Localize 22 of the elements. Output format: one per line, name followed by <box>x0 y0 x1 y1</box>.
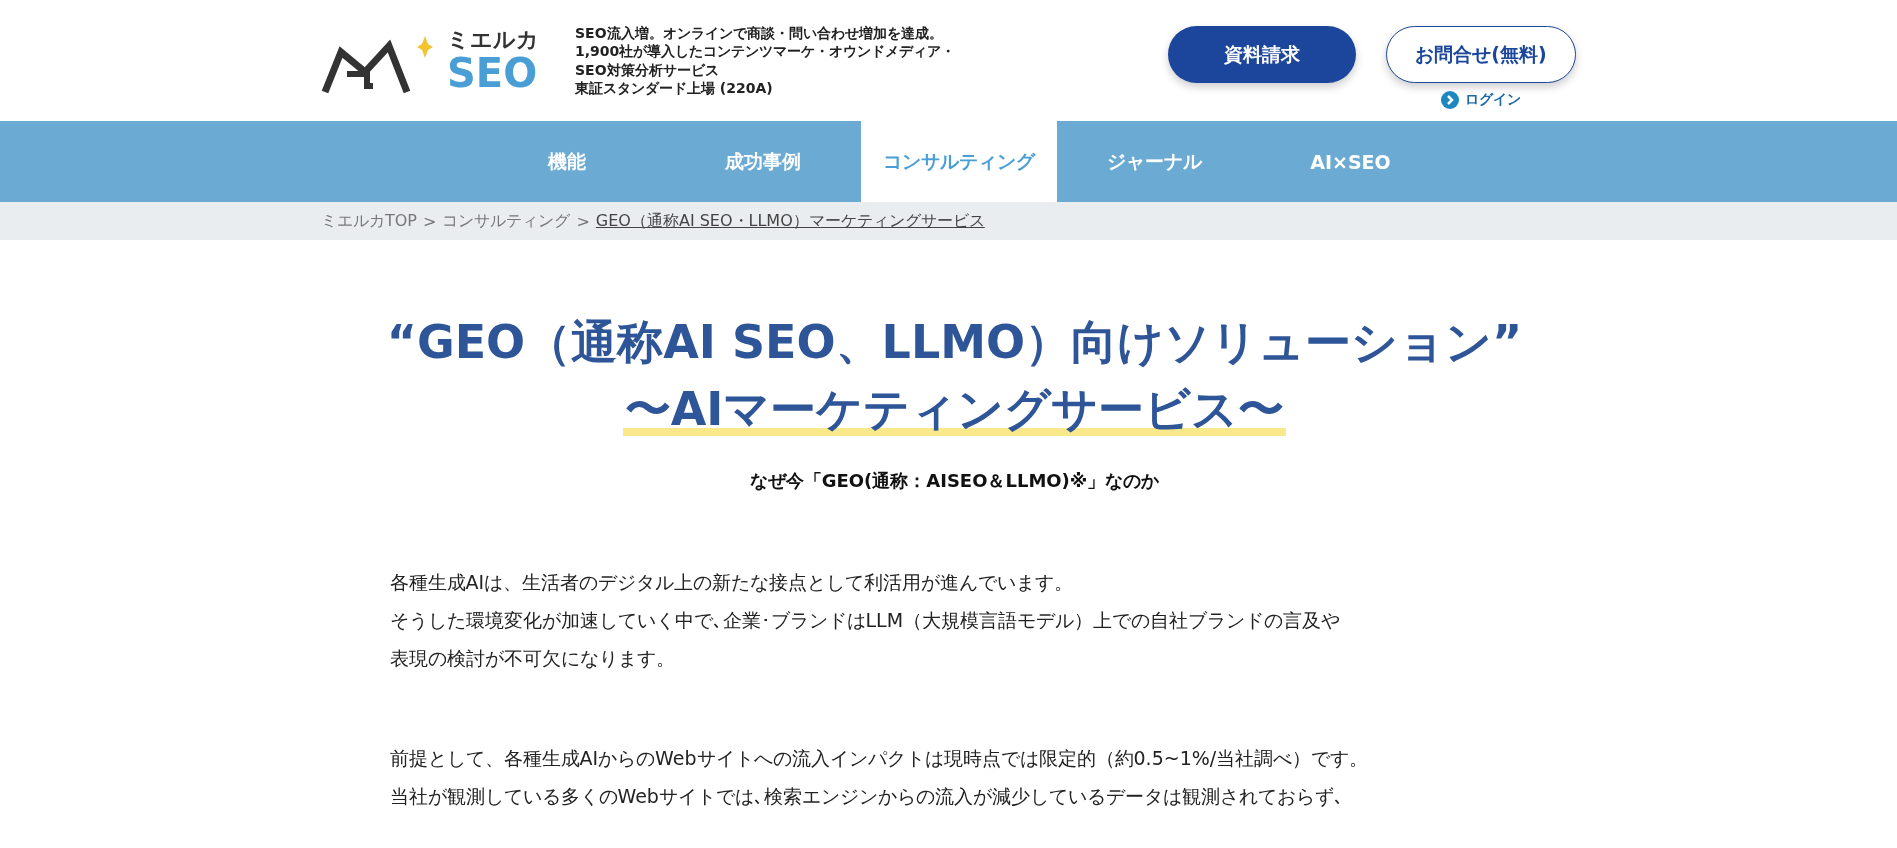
login-text: ログイン <box>1465 91 1521 109</box>
breadcrumb-link[interactable]: GEO（通称AI SEO・LLMO）マーケティングサービス <box>595 210 985 232</box>
body-paragraph: 各種生成AIは、生活者のデジタル上の新たな接点として利活用が進んでいます。 そうした環境変化が加速していく中で､企業･ブランドはLLM（大規模言語モデル）上での自社ブランドの言及や 表現の検討が不可欠になります。 <box>389 569 1342 671</box>
nav-tab[interactable]: コンサルティング <box>860 121 1057 202</box>
breadcrumb-link[interactable]: ミエルカTOP <box>321 210 417 232</box>
body-paragraph: 前提として、各種生成AIからのWebサイトへの流入インパクトは現時点では限定的（約0.5~1%/当社調べ）です。 当社が観測している多くのWebサイトでは､検索エンジンからの流入が減少しているデータは観測されておらず､ <box>389 745 1370 809</box>
lead-heading: なぜ今「GEO(通称：AISEO＆LLMO)※」なのか <box>748 468 1161 493</box>
nav-tab[interactable]: 機能 <box>468 121 665 202</box>
page-title: “GEO（通称AI SEO、LLMO）向けソリューション” <box>385 315 1524 371</box>
request-button[interactable]: 資料請求 <box>1168 26 1356 83</box>
chevron-icon <box>1441 91 1459 109</box>
contact-button[interactable]: お問合せ(無料) <box>1386 26 1576 83</box>
nav-tab[interactable]: ジャーナル <box>1056 121 1253 202</box>
breadcrumb-separator: > <box>423 211 437 231</box>
nav-tab[interactable]: AI×SEO <box>1252 121 1449 202</box>
logo-product-text: SEO <box>447 52 539 93</box>
breadcrumb-link[interactable]: コンサルティング <box>442 210 571 232</box>
logo-brand-text: ミエルカ <box>447 28 539 51</box>
breadcrumb-separator: > <box>576 211 590 231</box>
header-tagline: SEO流入増。オンラインで商談・問い合わせ増加を達成。 1,900社が導入したコンテンツマーケ・オウンドメディア・ SEO対策分析サービス 東証スタンダード上場 (220A) <box>575 24 956 97</box>
nav-tab[interactable]: 成功事例 <box>664 121 861 202</box>
login-link[interactable]: ログイン <box>1441 91 1521 109</box>
